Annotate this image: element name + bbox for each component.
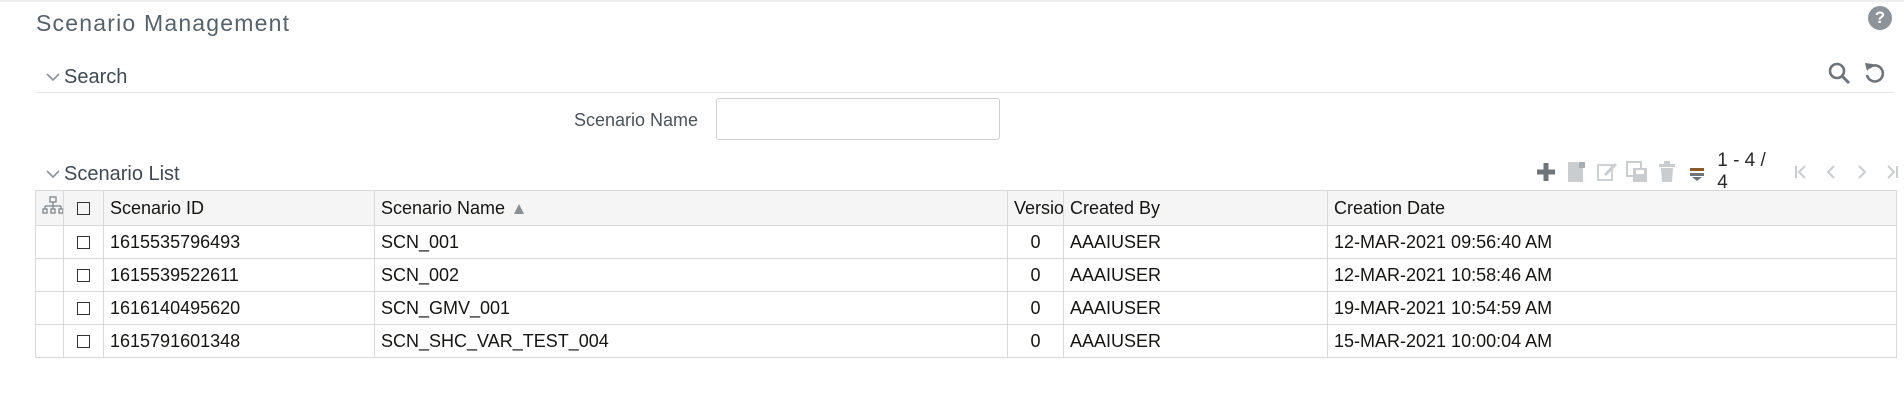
help-icon[interactable]: ? [1868,6,1892,30]
previous-page-icon[interactable] [1819,159,1843,185]
column-header-creation-date[interactable]: Creation Date [1327,190,1897,226]
reset-icon[interactable] [1862,60,1888,86]
row-checkbox-cell [63,225,104,259]
section-divider [36,92,1894,93]
creation-date-cell: 19-MAR-2021 10:54:59 AM [1327,291,1897,325]
pager-status: 1 - 4 / 4 [1717,150,1766,193]
hierarchy-column-header[interactable] [35,190,64,226]
save-as-icon[interactable] [1625,159,1649,185]
list-toolbar: 1 - 4 / 4 [1534,150,1904,193]
scenario-list-section-label: Scenario List [64,162,180,185]
table-row[interactable]: 1616140495620 SCN_GMV_001 0 AAAIUSER 19-… [35,291,1897,325]
row-checkbox-cell [63,258,104,292]
edit-icon[interactable] [1594,159,1618,185]
created-by-cell: AAAIUSER [1063,225,1328,259]
chevron-down-icon [46,73,60,82]
select-all-checkbox[interactable] [77,202,90,216]
scenario-table: Scenario ID Scenario Name Version Create… [35,190,1897,358]
scenario-id-cell: 1615535796493 [103,225,375,259]
column-header-version[interactable]: Version [1007,190,1064,226]
sort-ascending-icon [514,203,525,214]
version-cell: 0 [1007,258,1064,292]
row-checkbox[interactable] [77,269,90,283]
search-section-label: Search [64,65,128,88]
table-row[interactable]: 1615791601348 SCN_SHC_VAR_TEST_004 0 AAA… [35,324,1897,358]
row-checkbox-cell [63,291,104,325]
add-icon[interactable] [1534,159,1558,185]
search-toolbar [1826,60,1888,86]
scenario-name-cell: SCN_GMV_001 [374,291,1008,325]
last-page-icon[interactable] [1880,159,1904,185]
created-by-cell: AAAIUSER [1063,258,1328,292]
created-by-cell: AAAIUSER [1063,291,1328,325]
scenario-name-cell: SCN_002 [374,258,1008,292]
column-header-created-by[interactable]: Created By [1063,190,1328,226]
hierarchy-icon [42,195,63,214]
column-header-scenario-name[interactable]: Scenario Name [374,190,1008,226]
scenario-name-cell: SCN_001 [374,225,1008,259]
top-border [0,0,1904,2]
page-title: Scenario Management [36,10,291,36]
row-checkbox[interactable] [77,302,90,316]
creation-date-cell: 12-MAR-2021 10:58:46 AM [1327,258,1897,292]
hierarchy-cell [35,258,64,292]
records-per-page-icon[interactable] [1685,159,1709,185]
row-checkbox-cell [63,324,104,358]
scenario-id-cell: 1615791601348 [103,324,375,358]
scenario-id-cell: 1616140495620 [103,291,375,325]
created-by-cell: AAAIUSER [1063,324,1328,358]
hierarchy-cell [35,324,64,358]
scenario-name-cell: SCN_SHC_VAR_TEST_004 [374,324,1008,358]
column-header-scenario-id[interactable]: Scenario ID [103,190,375,226]
hierarchy-cell [35,291,64,325]
search-icon[interactable] [1826,60,1852,86]
table-row[interactable]: 1615539522611 SCN_002 0 AAAIUSER 12-MAR-… [35,258,1897,292]
creation-date-cell: 12-MAR-2021 09:56:40 AM [1327,225,1897,259]
select-all-checkbox-cell [63,190,104,226]
version-cell: 0 [1007,291,1064,325]
delete-icon[interactable] [1655,159,1679,185]
scenario-name-label: Scenario Name [574,110,699,130]
scenario-id-cell: 1615539522611 [103,258,375,292]
row-checkbox[interactable] [77,335,90,349]
next-page-icon[interactable] [1850,159,1874,185]
scenario-name-input[interactable] [716,98,1000,140]
creation-date-cell: 15-MAR-2021 10:00:04 AM [1327,324,1897,358]
first-page-icon[interactable] [1789,159,1813,185]
search-section-header[interactable]: Search [44,63,1894,91]
table-row[interactable]: 1615535796493 SCN_001 0 AAAIUSER 12-MAR-… [35,225,1897,259]
version-cell: 0 [1007,225,1064,259]
hierarchy-cell [35,225,64,259]
table-header-row: Scenario ID Scenario Name Version Create… [35,190,1897,226]
row-checkbox[interactable] [77,236,90,250]
chevron-down-icon [46,170,60,179]
copy-icon[interactable] [1564,159,1588,185]
version-cell: 0 [1007,324,1064,358]
